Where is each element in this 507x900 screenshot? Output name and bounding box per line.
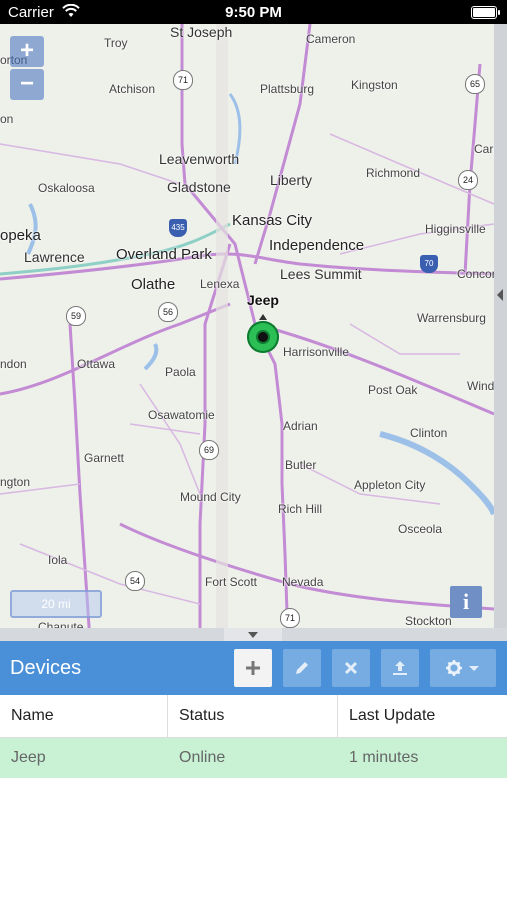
map-label: Oskaloosa: [38, 181, 95, 195]
table-row[interactable]: Jeep Online 1 minutes: [0, 738, 507, 778]
panel-title: Devices: [10, 657, 82, 679]
interstate-shield: 435: [169, 219, 187, 237]
map-label: Ottawa: [77, 357, 116, 371]
map-label: Lees Summit: [280, 266, 362, 282]
map-label: Stockton: [405, 614, 452, 628]
chevron-left-icon: [497, 289, 503, 301]
device-last-update: 1 minutes: [349, 749, 419, 766]
map-label: Osawatomie: [148, 408, 215, 422]
chevron-down-icon[interactable]: [224, 628, 282, 641]
map-label: on: [0, 112, 14, 126]
highway-shield: 24: [458, 170, 478, 190]
map-label: Harrisonville: [283, 345, 350, 359]
map-label: opeka: [0, 227, 41, 244]
map-label: Mound City: [180, 490, 241, 504]
device-marker[interactable]: [247, 321, 279, 353]
map-label: Butler: [285, 458, 317, 472]
clock: 9:50 PM: [225, 4, 282, 21]
devices-toolbar: Devices: [0, 641, 507, 695]
column-header-name[interactable]: Name: [0, 695, 168, 737]
map-label: Osceola: [398, 522, 443, 536]
map-label: Gladstone: [167, 179, 231, 195]
map-label: Olathe: [131, 276, 176, 293]
table-header: Name Status Last Update: [0, 695, 507, 738]
map-label: Lawrence: [24, 249, 85, 265]
map-label: ndon: [0, 357, 27, 371]
highway-shield: 71: [173, 70, 193, 90]
upload-icon: [393, 661, 407, 675]
highway-shield: 69: [199, 440, 219, 460]
marker-pointer: [259, 314, 267, 320]
map-label: Rich Hill: [278, 502, 323, 516]
settings-menu-button[interactable]: [430, 649, 496, 687]
highway-shield: 71: [280, 608, 300, 628]
battery-icon: [471, 6, 500, 19]
map-label: Lenexa: [200, 277, 240, 291]
device-status: Online: [179, 749, 226, 766]
plus-icon: [246, 661, 260, 675]
zoom-controls: + −: [10, 36, 44, 102]
side-panel-toggle[interactable]: [494, 24, 507, 634]
add-device-button[interactable]: [234, 649, 272, 687]
devices-table: Name Status Last Update Jeep Online 1 mi…: [0, 695, 507, 778]
map-label: Appleton City: [354, 478, 426, 492]
map-label: Garnett: [84, 451, 125, 465]
map-label: Leavenworth: [159, 151, 240, 167]
map-label: Wind: [467, 379, 495, 393]
x-icon: [344, 661, 358, 675]
map-label: Warrensburg: [417, 311, 486, 325]
map-label: Kingston: [351, 78, 398, 92]
highway-shield: 54: [125, 571, 145, 591]
highway-shield: 65: [465, 74, 485, 94]
map-label: Higginsville: [425, 222, 486, 236]
map-label: Concor: [457, 267, 496, 281]
info-button[interactable]: i: [450, 586, 482, 618]
pencil-icon: [296, 662, 308, 674]
interstate-shield: 70: [420, 255, 438, 273]
zoom-in-button[interactable]: +: [10, 36, 44, 67]
device-marker-label: Jeep: [247, 292, 279, 308]
panel-resize-bar[interactable]: [0, 628, 507, 641]
map-label: Liberty: [270, 172, 313, 188]
map-label: Richmond: [366, 166, 421, 180]
map-label: Paola: [165, 365, 196, 379]
remove-device-button[interactable]: [332, 649, 370, 687]
map-label: Nevada: [282, 575, 324, 589]
upload-button[interactable]: [381, 649, 419, 687]
column-header-last-update[interactable]: Last Update: [338, 695, 507, 737]
device-name: Jeep: [11, 749, 46, 766]
highway-shield: 56: [158, 302, 178, 322]
map-label: Kansas City: [232, 212, 313, 229]
highway-shield: 59: [66, 306, 86, 326]
map-label: Troy: [104, 36, 128, 50]
map-label: Iola: [48, 553, 68, 567]
map-label: St Joseph: [170, 24, 233, 40]
gear-icon: [446, 660, 479, 676]
scale-bar: 20 mi: [10, 590, 102, 618]
map-label: Clinton: [410, 426, 448, 440]
column-header-status[interactable]: Status: [168, 695, 338, 737]
map-label: Fort Scott: [205, 575, 258, 589]
map-label: Plattsburg: [260, 82, 315, 96]
map-label: Independence: [269, 237, 365, 254]
map-label: Adrian: [283, 419, 318, 433]
zoom-out-button[interactable]: −: [10, 69, 44, 100]
map-label: Post Oak: [368, 383, 418, 397]
edit-device-button[interactable]: [283, 649, 321, 687]
map-label: Cameron: [306, 32, 356, 46]
map-label: Atchison: [109, 82, 156, 96]
map-view[interactable]: St Joseph Troy Cameron Atchison Plattsbu…: [0, 24, 507, 641]
map-label: Overland Park: [116, 246, 212, 263]
map-label: ngton: [0, 475, 31, 489]
status-bar: Carrier 9:50 PM: [0, 0, 507, 24]
